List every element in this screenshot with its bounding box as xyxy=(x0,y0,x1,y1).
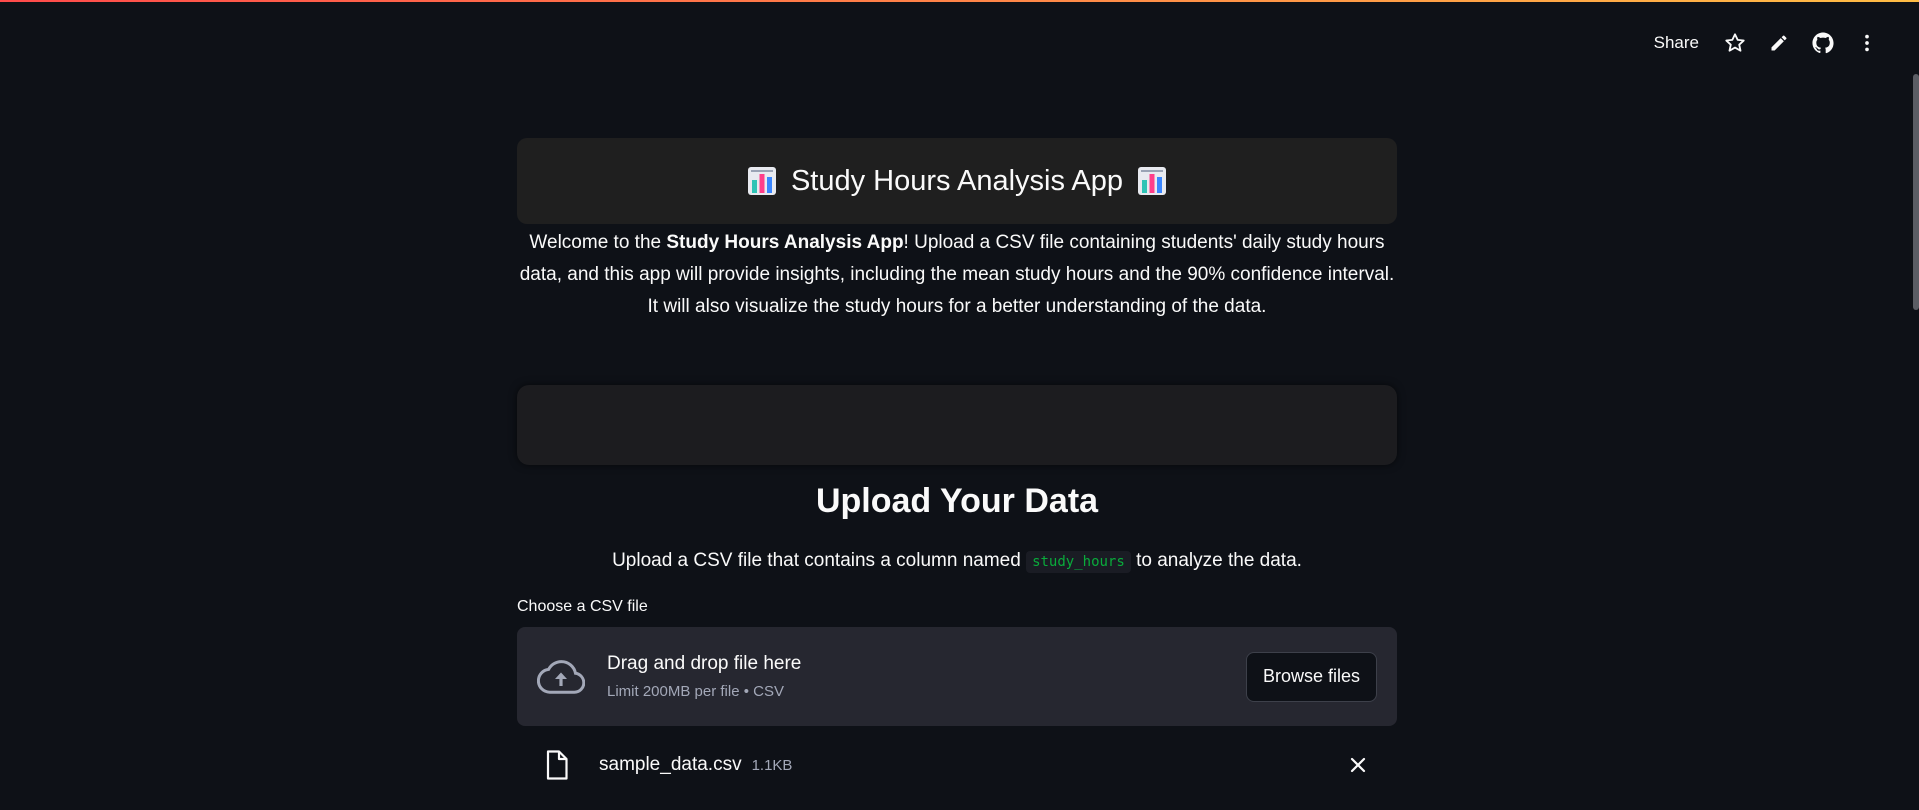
browse-files-button[interactable]: Browse files xyxy=(1245,651,1377,702)
star-icon[interactable] xyxy=(1713,28,1757,58)
app-toolbar: Share xyxy=(1640,28,1889,58)
pencil-icon[interactable] xyxy=(1757,28,1801,58)
app-title: Study Hours Analysis App xyxy=(790,164,1124,197)
column-name-code: study_hours xyxy=(1026,551,1131,573)
main-content: Study Hours Analysis App Welcome to the … xyxy=(517,138,1397,792)
share-button[interactable]: Share xyxy=(1640,28,1713,58)
intro-prefix: Welcome to the xyxy=(529,232,667,253)
uploaded-file-name: sample_data.csv xyxy=(599,754,742,775)
upload-desc-suffix: to analyze the data. xyxy=(1130,550,1302,571)
drag-drop-instruction: Drag and drop file here xyxy=(607,652,802,674)
intro-app-name: Study Hours Analysis App xyxy=(666,232,904,253)
file-dropzone[interactable]: Drag and drop file here Limit 200MB per … xyxy=(517,627,1397,726)
file-icon xyxy=(546,750,568,780)
bar-chart-emoji-icon xyxy=(1138,167,1167,195)
file-limit-note: Limit 200MB per file • CSV xyxy=(607,682,784,700)
cloud-upload-icon xyxy=(537,659,585,694)
uploaded-file-row: sample_data.csv 1.1KB xyxy=(517,738,1397,792)
top-decoration-line xyxy=(0,0,1919,2)
remove-file-icon[interactable] xyxy=(1343,750,1373,780)
bar-chart-emoji-icon xyxy=(747,167,776,195)
upload-section-title: Upload Your Data xyxy=(815,482,1099,520)
file-uploader-label: Choose a CSV file xyxy=(517,598,648,615)
dropzone-text: Drag and drop file here Limit 200MB per … xyxy=(607,650,1246,704)
github-icon[interactable] xyxy=(1801,28,1845,58)
intro-paragraph: Welcome to the Study Hours Analysis App!… xyxy=(517,227,1397,323)
empty-styled-container xyxy=(517,385,1397,465)
app-header: Study Hours Analysis App xyxy=(517,138,1397,224)
uploaded-file-size: 1.1KB xyxy=(751,756,793,774)
more-vertical-icon[interactable] xyxy=(1845,28,1889,58)
upload-desc-prefix: Upload a CSV file that contains a column… xyxy=(612,550,1027,571)
upload-description: Upload a CSV file that contains a column… xyxy=(517,546,1397,577)
page-scrollbar[interactable] xyxy=(1913,74,1919,310)
